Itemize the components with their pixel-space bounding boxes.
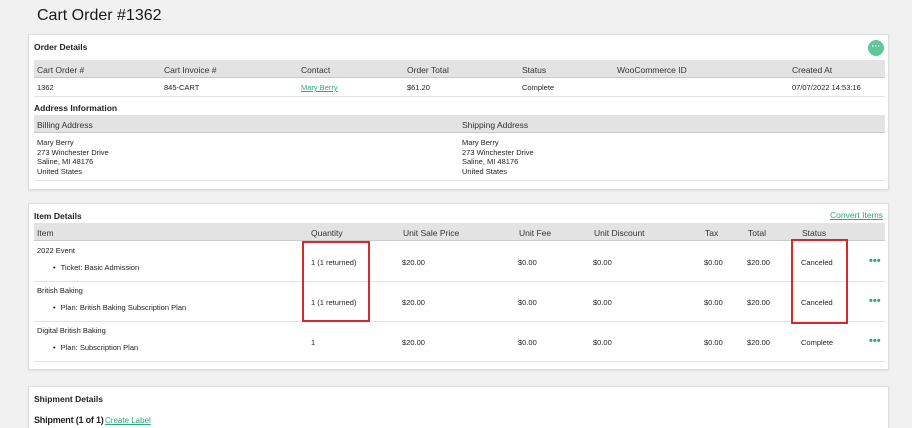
item-sub: Plan: British Baking Subscription Plan bbox=[53, 303, 186, 312]
contact-link[interactable]: Mary Berry bbox=[301, 83, 338, 92]
order-total: $61.20 bbox=[407, 83, 430, 92]
item-name: British Baking bbox=[37, 286, 83, 295]
item-tax: $0.00 bbox=[704, 298, 723, 307]
divider bbox=[34, 180, 885, 181]
col-cart-invoice: Cart Invoice # bbox=[164, 65, 217, 75]
item-details-panel: Item Details Convert Items Item Quantity… bbox=[28, 203, 889, 370]
item-name: Digital British Baking bbox=[37, 326, 106, 335]
item-tax: $0.00 bbox=[704, 258, 723, 267]
item-sub: Plan: Subscription Plan bbox=[53, 343, 139, 352]
row-actions-button[interactable]: ••• bbox=[869, 335, 881, 347]
col-total: Total bbox=[748, 228, 766, 238]
item-unit-price: $20.00 bbox=[402, 338, 425, 347]
item-unit-price: $20.00 bbox=[402, 258, 425, 267]
billing-header: Billing Address bbox=[37, 120, 93, 130]
address-header: Billing Address Shipping Address bbox=[34, 115, 885, 133]
item-unit-discount: $0.00 bbox=[593, 298, 612, 307]
col-item: Item bbox=[37, 228, 54, 238]
row-actions-button[interactable]: ••• bbox=[869, 255, 881, 267]
col-contact: Contact bbox=[301, 65, 331, 75]
item-details-title: Item Details bbox=[34, 211, 82, 221]
col-cart-order: Cart Order # bbox=[37, 65, 85, 75]
billing-city: Saline, MI 48176 bbox=[37, 157, 94, 167]
shipment-subtitle: Shipment (1 of 1) bbox=[34, 415, 104, 425]
item-unit-fee: $0.00 bbox=[518, 298, 537, 307]
item-table-header: Item Quantity Unit Sale Price Unit Fee U… bbox=[34, 223, 885, 241]
status-highlight-box bbox=[791, 239, 848, 324]
item-total: $20.00 bbox=[747, 258, 770, 267]
row-actions-button[interactable]: ••• bbox=[869, 295, 881, 307]
divider bbox=[34, 281, 885, 282]
created-at: 07/07/2022 14:53:16 bbox=[792, 83, 861, 92]
divider bbox=[34, 321, 885, 322]
col-woocommerce-id: WooCommerce ID bbox=[617, 65, 687, 75]
item-quantity: 1 bbox=[311, 338, 316, 347]
col-tax: Tax bbox=[705, 228, 719, 238]
shipping-country: United States bbox=[462, 166, 508, 176]
divider bbox=[34, 96, 885, 97]
quantity-highlight-box bbox=[302, 241, 370, 322]
divider bbox=[34, 361, 885, 362]
item-name: 2022 Event bbox=[37, 246, 75, 255]
item-tax: $0.00 bbox=[704, 338, 723, 347]
col-status: Status bbox=[802, 228, 827, 238]
item-sub: Ticket: Basic Admission bbox=[53, 263, 140, 272]
item-unit-discount: $0.00 bbox=[593, 338, 612, 347]
shipment-title: Shipment Details bbox=[34, 394, 103, 404]
shipping-street: 273 Winchester Drive bbox=[462, 147, 534, 157]
billing-street: 273 Winchester Drive bbox=[37, 147, 109, 157]
item-unit-price: $20.00 bbox=[402, 298, 425, 307]
order-number: 1362 bbox=[37, 83, 54, 92]
col-order-total: Order Total bbox=[407, 65, 449, 75]
item-unit-fee: $0.00 bbox=[518, 338, 537, 347]
convert-items-link[interactable]: Convert Items bbox=[830, 210, 883, 220]
col-created-at: Created At bbox=[792, 65, 833, 75]
order-details-title: Order Details bbox=[34, 42, 88, 52]
order-details-panel: Order Details ··· Cart Order # Cart Invo… bbox=[28, 34, 889, 190]
shipping-address: Mary Berry 273 Winchester Drive Saline, … bbox=[462, 138, 534, 176]
shipping-city: Saline, MI 48176 bbox=[462, 157, 519, 167]
col-unit-fee: Unit Fee bbox=[519, 228, 552, 238]
item-unit-discount: $0.00 bbox=[593, 258, 612, 267]
col-unit-discount: Unit Discount bbox=[594, 228, 645, 238]
create-label-link[interactable]: Create Label bbox=[105, 416, 151, 425]
col-unit-sale-price: Unit Sale Price bbox=[403, 228, 460, 238]
col-quantity: Quantity bbox=[311, 228, 343, 238]
billing-country: United States bbox=[37, 166, 83, 176]
page-title: Cart Order #1362 bbox=[37, 7, 162, 24]
invoice-number: 845-CART bbox=[164, 83, 200, 92]
order-table-header: Cart Order # Cart Invoice # Contact Orde… bbox=[34, 60, 885, 78]
address-title: Address Information bbox=[34, 103, 118, 113]
item-unit-fee: $0.00 bbox=[518, 258, 537, 267]
shipping-name: Mary Berry bbox=[462, 138, 499, 147]
item-total: $20.00 bbox=[747, 338, 770, 347]
order-status: Complete bbox=[522, 83, 555, 92]
billing-name: Mary Berry bbox=[37, 138, 74, 147]
order-actions-button[interactable]: ··· bbox=[868, 40, 884, 56]
item-total: $20.00 bbox=[747, 298, 770, 307]
col-status: Status bbox=[522, 65, 547, 75]
shipping-header: Shipping Address bbox=[462, 120, 529, 130]
billing-address: Mary Berry 273 Winchester Drive Saline, … bbox=[37, 138, 109, 176]
ellipsis-icon: ··· bbox=[871, 41, 881, 51]
shipment-panel: Shipment Details Shipment (1 of 1) Creat… bbox=[28, 386, 889, 428]
item-status: Complete bbox=[801, 338, 834, 347]
